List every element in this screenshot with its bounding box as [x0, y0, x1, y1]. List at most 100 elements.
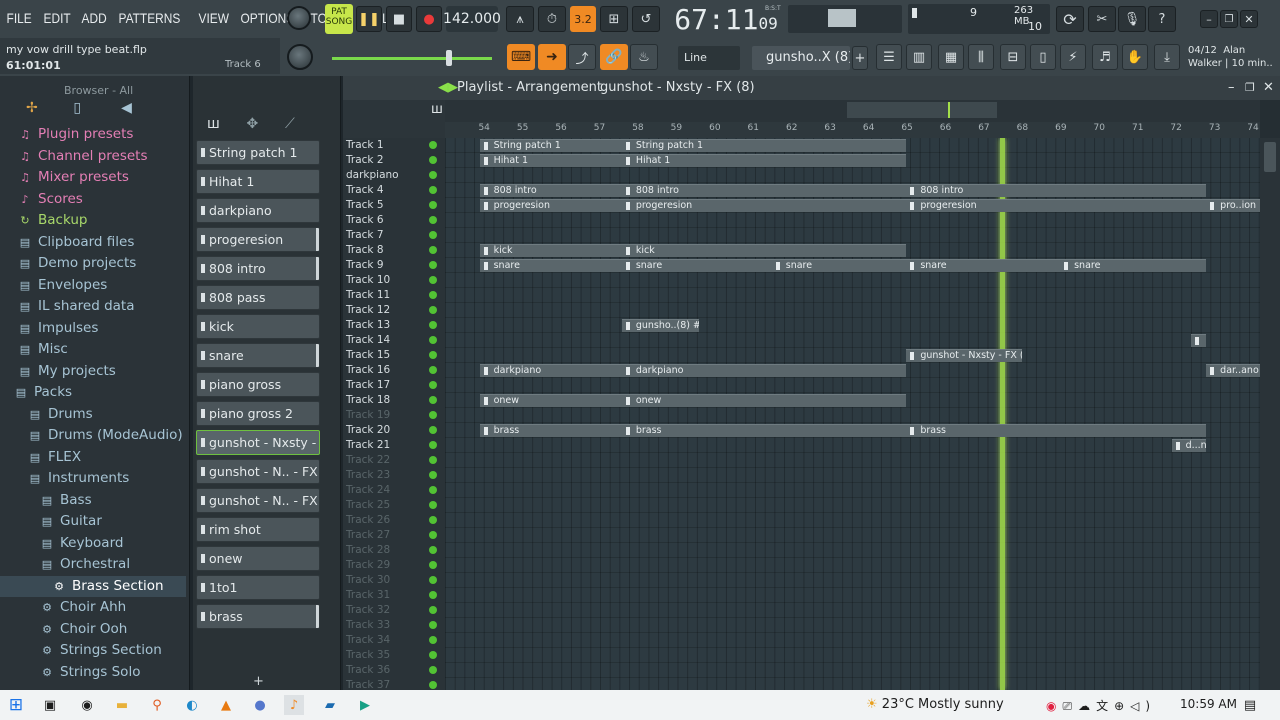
track-name[interactable]: Track 11 [346, 288, 390, 303]
snap-select[interactable]: Line [678, 46, 740, 70]
track-name[interactable]: Track 30 [346, 573, 390, 588]
song-position[interactable]: 67:11 09 [672, 2, 780, 36]
browser-item[interactable]: ▤ Drums [0, 404, 186, 425]
record-button[interactable]: ● [416, 6, 442, 32]
browser-item[interactable]: ⚙ Brass Section [0, 575, 186, 597]
tray-icons[interactable]: ◉⎚☁文⊕◁) [1046, 697, 1156, 714]
browser-item[interactable]: ♫ Mixer presets [0, 167, 186, 188]
playlist-clip[interactable]: kick [621, 244, 907, 257]
channel-button[interactable]: onew [196, 546, 320, 571]
browser-item[interactable]: ⚙ Strings Section [0, 640, 186, 661]
edge-icon[interactable]: ◐ [182, 695, 202, 715]
track-name[interactable]: Track 6 [346, 213, 384, 228]
track-name[interactable]: Track 32 [346, 603, 390, 618]
playlist-clip[interactable]: brass [479, 424, 622, 437]
channel-button[interactable]: rim shot [196, 517, 320, 542]
playlist-comb-icon[interactable]: ш [431, 102, 443, 117]
track-name[interactable]: Track 29 [346, 558, 390, 573]
playlist-clip[interactable]: String patch 1 [479, 139, 622, 152]
browser-button[interactable]: ⊟ [1000, 44, 1026, 70]
playlist-clip[interactable]: dar..ano [1206, 364, 1260, 377]
track-name[interactable]: Track 35 [346, 648, 390, 663]
browser-item[interactable]: ▤ Keyboard [0, 533, 186, 554]
track-mute-led[interactable] [429, 516, 437, 524]
add-channel-button[interactable]: + [253, 674, 264, 689]
playlist-clip[interactable] [1190, 334, 1207, 347]
browser-item[interactable]: ⚙ Strings Solo [0, 662, 186, 683]
windows-start-icon[interactable]: ⊞ [6, 695, 26, 715]
track-mute-led[interactable] [429, 171, 437, 179]
pattern-selector[interactable]: gunsho..X (8) [752, 46, 850, 70]
file-explorer-icon[interactable]: ▬ [112, 695, 132, 715]
track-name[interactable]: Track 14 [346, 333, 390, 348]
playlist-clip[interactable]: onew [479, 394, 622, 407]
browser-item[interactable]: ▤ Guitar [0, 511, 186, 532]
add-pattern-button[interactable]: + [852, 46, 868, 70]
browser-item[interactable]: ▤ Misc [0, 339, 186, 360]
browser-item[interactable]: ⚙ Choir Ooh [0, 619, 186, 640]
track-name[interactable]: Track 9 [346, 258, 384, 273]
touch-controller-button[interactable]: ✋ [1122, 44, 1148, 70]
clock[interactable]: 10:59 AM [1180, 697, 1237, 711]
track-name[interactable]: Track 16 [346, 363, 390, 378]
weather-widget[interactable]: ☀ 23°C Mostly sunny [866, 697, 1004, 712]
track-name[interactable]: Track 1 [346, 138, 384, 153]
playlist-clip[interactable]: Hihat 1 [621, 154, 907, 167]
channel-button[interactable]: piano gross 2 [196, 401, 320, 426]
master-volume-knob[interactable] [287, 6, 311, 30]
typing-keyboard-button[interactable]: ⌨ [507, 44, 535, 70]
playlist-close[interactable]: ✕ [1263, 76, 1274, 100]
track-mute-led[interactable] [429, 471, 437, 479]
play-button[interactable]: ❚❚ [356, 6, 382, 32]
loop-record-button[interactable]: ↺ [632, 6, 660, 32]
track-mute-led[interactable] [429, 546, 437, 554]
browser-item[interactable]: ▤ Bass [0, 490, 186, 511]
track-mute-led[interactable] [429, 666, 437, 674]
track-mute-led[interactable] [429, 336, 437, 344]
playlist-clip[interactable]: 808 intro [621, 184, 907, 197]
channel-button[interactable]: progeresion [196, 227, 320, 252]
channel-button[interactable]: Hihat 1 [196, 169, 320, 194]
track-name[interactable]: Track 15 [346, 348, 390, 363]
playlist-clip[interactable]: gunsho..(8) #2 [621, 319, 699, 332]
playlist-clip[interactable]: d...no [1171, 439, 1207, 452]
track-name[interactable]: Track 5 [346, 198, 384, 213]
track-mute-led[interactable] [429, 246, 437, 254]
playlist-clip[interactable]: kick [479, 244, 622, 257]
playlist-clip[interactable]: Hihat 1 [479, 154, 622, 167]
channel-button[interactable]: gunshot - N.. - FX (8) #2 [196, 459, 320, 484]
track-name[interactable]: Track 33 [346, 618, 390, 633]
track-name[interactable]: Track 22 [346, 453, 390, 468]
track-name[interactable]: Track 4 [346, 183, 384, 198]
vlc-icon[interactable]: ▲ [216, 695, 236, 715]
track-mute-led[interactable] [429, 321, 437, 329]
tools-button[interactable]: ✂ [1088, 6, 1116, 32]
track-name[interactable]: Track 23 [346, 468, 390, 483]
track-mute-led[interactable] [429, 291, 437, 299]
browser-item[interactable]: ♪ Scores [0, 189, 186, 210]
playlist-clip[interactable]: 808 intro [479, 184, 622, 197]
track-name[interactable]: Track 25 [346, 498, 390, 513]
playhead[interactable] [1000, 138, 1006, 690]
track-mute-led[interactable] [429, 456, 437, 464]
track-mute-led[interactable] [429, 591, 437, 599]
track-mute-led[interactable] [429, 576, 437, 584]
piano-roll-button[interactable]: ▥ [906, 44, 932, 70]
channel-button[interactable]: brass [196, 604, 320, 629]
notification-icon[interactable]: ▤ [1240, 695, 1260, 715]
playlist-clip[interactable]: String patch 1 [621, 139, 907, 152]
track-mute-led[interactable] [429, 531, 437, 539]
track-mute-led[interactable] [429, 411, 437, 419]
link-button[interactable]: 🔗 [600, 44, 628, 70]
track-mute-led[interactable] [429, 366, 437, 374]
track-name[interactable]: Track 13 [346, 318, 390, 333]
metronome-button[interactable]: ⩚ [506, 6, 534, 32]
track-name[interactable]: Track 27 [346, 528, 390, 543]
track-mute-led[interactable] [429, 621, 437, 629]
playlist-clip[interactable]: snare [621, 259, 772, 272]
maximize-button[interactable]: ❐ [1220, 10, 1238, 28]
tempo-display[interactable]: 142.000 [443, 6, 501, 32]
mic-button[interactable]: 🎙 [1118, 6, 1146, 32]
track-mute-led[interactable] [429, 186, 437, 194]
countdown-button[interactable]: 3.2 [570, 6, 596, 32]
